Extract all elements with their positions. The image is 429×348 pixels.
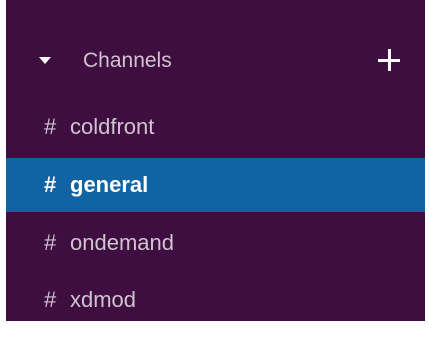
channels-section-title[interactable]: Channels — [83, 47, 172, 75]
hash-icon: # — [44, 114, 57, 139]
channel-item-ondemand[interactable]: # ondemand — [6, 216, 425, 270]
channel-item-xdmod[interactable]: # xdmod — [6, 273, 425, 327]
channel-item-coldfront[interactable]: # coldfront — [6, 100, 425, 154]
caret-down-icon[interactable] — [39, 57, 51, 64]
channel-label: ondemand — [70, 230, 174, 255]
hash-icon: # — [44, 172, 57, 197]
add-channel-button[interactable] — [373, 44, 407, 78]
channel-label: general — [70, 172, 149, 197]
channel-item-general[interactable]: # general — [6, 158, 425, 212]
plus-icon-vertical — [388, 49, 391, 71]
channels-section-header[interactable] — [6, 42, 425, 86]
channel-label: xdmod — [70, 287, 137, 312]
hash-icon: # — [44, 287, 57, 312]
channel-label: coldfront — [70, 114, 155, 139]
hash-icon: # — [44, 230, 57, 255]
sidebar: Channels # coldfront # general # ondeman… — [6, 0, 425, 321]
